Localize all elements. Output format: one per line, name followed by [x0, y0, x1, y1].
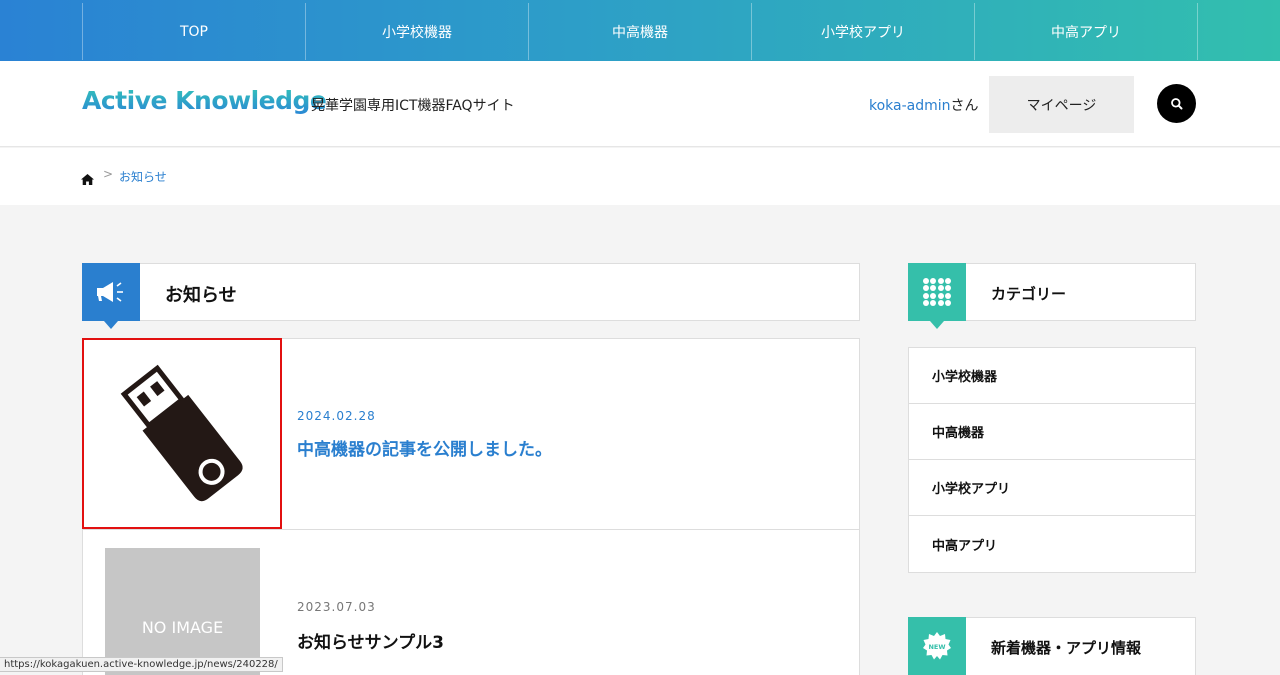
- nav-item-elementary-apps[interactable]: 小学校アプリ: [752, 3, 975, 60]
- category-widget-header: カテゴリー: [908, 263, 1196, 329]
- news-article[interactable]: NO IMAGE 2023.07.03 お知らせサンプル3: [82, 529, 860, 675]
- nav-item-secondary-apps[interactable]: 中高アプリ: [975, 3, 1198, 60]
- nav-item-secondary-devices[interactable]: 中高機器: [529, 3, 752, 60]
- new-badge-text: NEW: [928, 643, 945, 651]
- news-article[interactable]: 2024.02.28 中高機器の記事を公開しました。: [82, 338, 860, 530]
- no-image-label: NO IMAGE: [141, 618, 224, 637]
- nav-item-top[interactable]: TOP: [83, 3, 306, 60]
- category-item-secondary-apps[interactable]: 中高アプリ: [909, 516, 1195, 572]
- usb-drive-icon: [120, 364, 243, 501]
- category-item-elementary-apps[interactable]: 小学校アプリ: [909, 460, 1195, 516]
- nav-item-elementary-devices[interactable]: 小学校機器: [306, 3, 529, 60]
- news-section-header: お知らせ: [82, 263, 860, 329]
- browser-status-bar: https://kokagakuen.active-knowledge.jp/n…: [0, 657, 283, 672]
- article-thumbnail-placeholder[interactable]: NO IMAGE: [105, 548, 260, 675]
- search-button[interactable]: [1157, 84, 1196, 123]
- site-logo[interactable]: Active Knowledge: [82, 86, 327, 115]
- new-header-icon-box: NEW: [908, 617, 966, 675]
- home-icon: [81, 174, 94, 185]
- new-items-widget-title: 新着機器・アプリ情報: [991, 639, 1142, 657]
- article-date: 2024.02.28: [297, 409, 376, 423]
- breadcrumb: > お知らせ: [0, 148, 1280, 205]
- category-item-secondary-devices[interactable]: 中高機器: [909, 404, 1195, 460]
- site-tagline: 晃華学園専用ICT機器FAQサイト: [311, 98, 515, 114]
- article-thumbnail[interactable]: [82, 338, 282, 529]
- site-header: Active Knowledge 晃華学園専用ICT機器FAQサイト koka-…: [0, 61, 1280, 147]
- category-list: 小学校機器 中高機器 小学校アプリ 中高アプリ: [908, 347, 1196, 573]
- mypage-button[interactable]: マイページ: [989, 76, 1134, 133]
- news-title: お知らせ: [165, 285, 237, 306]
- new-items-widget-header: NEW 新着機器・アプリ情報: [908, 617, 1196, 675]
- top-nav-list: TOP 小学校機器 中高機器 小学校アプリ 中高アプリ: [82, 3, 1198, 60]
- category-item-elementary-devices[interactable]: 小学校機器: [909, 348, 1195, 404]
- search-icon: [1170, 97, 1182, 109]
- user-suffix: さん: [950, 98, 979, 114]
- breadcrumb-separator: >: [103, 167, 114, 181]
- article-date: 2023.07.03: [297, 600, 376, 614]
- new-badge-icon: NEW: [923, 632, 951, 660]
- category-header-icon-box: [908, 263, 966, 329]
- home-link[interactable]: [81, 170, 94, 189]
- megaphone-icon: [97, 282, 123, 302]
- article-title-link[interactable]: 中高機器の記事を公開しました。: [297, 435, 552, 460]
- breadcrumb-current: お知らせ: [119, 170, 167, 184]
- user-greeting: koka-adminさん: [869, 95, 979, 115]
- user-name-link[interactable]: koka-admin: [869, 98, 951, 114]
- news-header-icon-box: [82, 263, 140, 329]
- category-widget-title: カテゴリー: [991, 285, 1067, 303]
- grid-icon: [923, 278, 951, 306]
- top-navigation: TOP 小学校機器 中高機器 小学校アプリ 中高アプリ: [0, 0, 1280, 61]
- article-title-link[interactable]: お知らせサンプル3: [297, 628, 444, 653]
